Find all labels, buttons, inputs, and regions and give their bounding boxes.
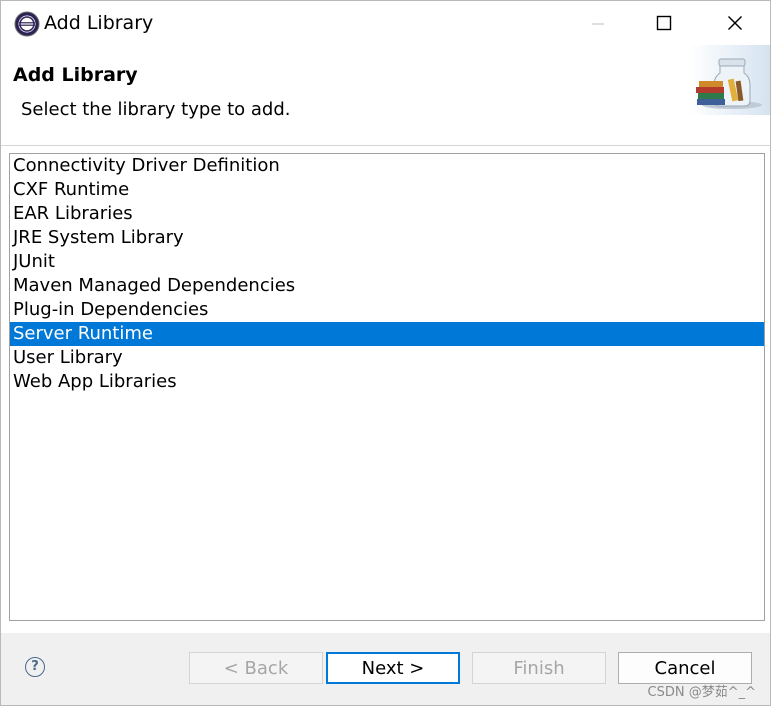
next-button[interactable]: Next > (326, 652, 460, 684)
maximize-icon (656, 15, 672, 31)
title-bar[interactable]: Add Library (1, 1, 770, 45)
maximize-button[interactable] (641, 7, 687, 39)
add-library-dialog: Add Library Add Library Select the libra… (0, 0, 771, 706)
list-item[interactable]: EAR Libraries (10, 202, 764, 226)
finish-button[interactable]: Finish (472, 652, 606, 684)
list-item[interactable]: Plug-in Dependencies (10, 298, 764, 322)
minimize-icon (592, 23, 604, 25)
list-item[interactable]: Connectivity Driver Definition (10, 154, 764, 178)
list-item[interactable]: User Library (10, 346, 764, 370)
window-title: Add Library (44, 12, 154, 34)
content-area: Connectivity Driver Definition CXF Runtim… (1, 146, 770, 631)
wizard-header: Add Library Select the library type to a… (1, 45, 770, 146)
list-item[interactable]: Web App Libraries (10, 370, 764, 394)
page-title: Add Library (13, 64, 138, 86)
back-button[interactable]: < Back (189, 652, 323, 684)
cancel-button[interactable]: Cancel (618, 652, 752, 684)
close-button[interactable] (712, 7, 758, 39)
library-jar-icon (690, 45, 770, 115)
list-item[interactable]: Maven Managed Dependencies (10, 274, 764, 298)
page-description: Select the library type to add. (21, 99, 291, 120)
close-icon (728, 16, 742, 30)
button-bar: ? < Back Next > Finish Cancel CSDN @梦茹^_… (1, 633, 770, 705)
list-item[interactable]: CXF Runtime (10, 178, 764, 202)
minimize-button[interactable] (575, 7, 621, 39)
list-item[interactable]: JUnit (10, 250, 764, 274)
help-icon[interactable]: ? (25, 657, 45, 677)
list-item[interactable]: Server Runtime (10, 322, 764, 346)
library-type-list[interactable]: Connectivity Driver Definition CXF Runtim… (9, 153, 765, 621)
eclipse-app-icon (14, 11, 40, 37)
watermark: CSDN @梦茹^_^ (647, 685, 756, 700)
list-item[interactable]: JRE System Library (10, 226, 764, 250)
